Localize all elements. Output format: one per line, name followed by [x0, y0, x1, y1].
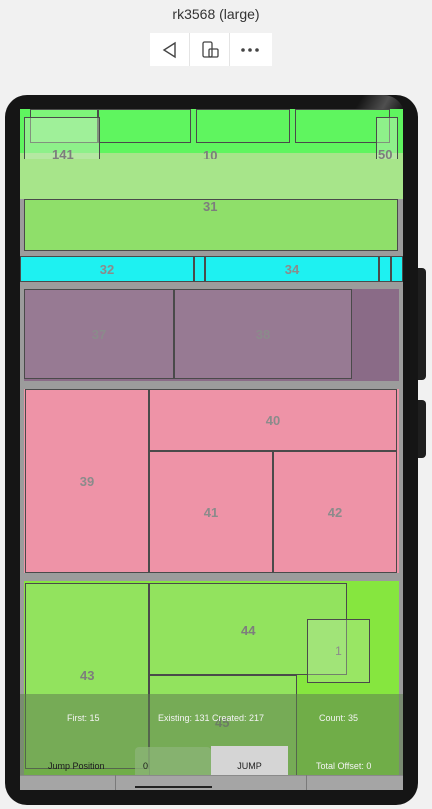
label-41: 41 [203, 504, 219, 520]
back-button[interactable] [150, 33, 190, 66]
cell-36[interactable] [391, 256, 403, 282]
back-triangle-icon [162, 41, 176, 58]
device-screen: 141 10 50 31 32 34 37 38 39 40 41 42 43 … [20, 109, 403, 790]
bottom-divider-1 [115, 775, 116, 790]
label-34: 34 [284, 261, 300, 277]
cell-1[interactable]: 1 [307, 619, 370, 683]
more-dots-icon [241, 47, 259, 52]
more-button[interactable] [230, 33, 270, 66]
power-button [418, 400, 426, 458]
bottom-divider-2 [306, 775, 307, 790]
cell-38[interactable]: 38 [174, 289, 352, 379]
cell-33[interactable] [194, 256, 205, 282]
volume-button [418, 268, 426, 380]
row-2-top [20, 159, 403, 199]
cell-small-b[interactable] [98, 109, 191, 143]
device-title: rk3568 (large) [172, 6, 260, 22]
jump-position-label: Jump Position [48, 761, 105, 771]
device-toolbar [150, 33, 272, 66]
label-43: 43 [80, 668, 95, 683]
total-offset-text: Total Offset: 0 [316, 761, 372, 771]
first-index-text: First: 15 [67, 713, 100, 723]
device-rotate-icon [201, 40, 219, 58]
cell-small-c[interactable] [196, 109, 290, 143]
cell-35[interactable] [379, 256, 391, 282]
existing-created-text: Existing: 131 Created: 217 [158, 713, 265, 723]
label-32: 32 [99, 261, 115, 277]
label-42: 42 [327, 504, 343, 520]
cell-34[interactable]: 34 [205, 256, 379, 282]
label-38: 38 [255, 326, 271, 342]
active-indicator [135, 786, 212, 788]
label-1: 1 [335, 644, 342, 658]
jump-position-value: 0 [143, 761, 149, 771]
cell-39[interactable]: 39 [25, 389, 149, 573]
label-39: 39 [79, 473, 95, 489]
cell-41[interactable]: 41 [149, 451, 273, 573]
count-text: Count: 35 [319, 713, 359, 723]
label-44: 44 [241, 623, 256, 638]
rotate-button[interactable] [190, 33, 230, 66]
cell-37[interactable]: 37 [24, 289, 174, 379]
cell-40[interactable]: 40 [149, 389, 397, 451]
cell-32[interactable]: 32 [20, 256, 194, 282]
label-31: 31 [203, 199, 218, 214]
label-40: 40 [265, 412, 281, 428]
cell-42[interactable]: 42 [273, 451, 397, 573]
label-37: 37 [91, 326, 107, 342]
